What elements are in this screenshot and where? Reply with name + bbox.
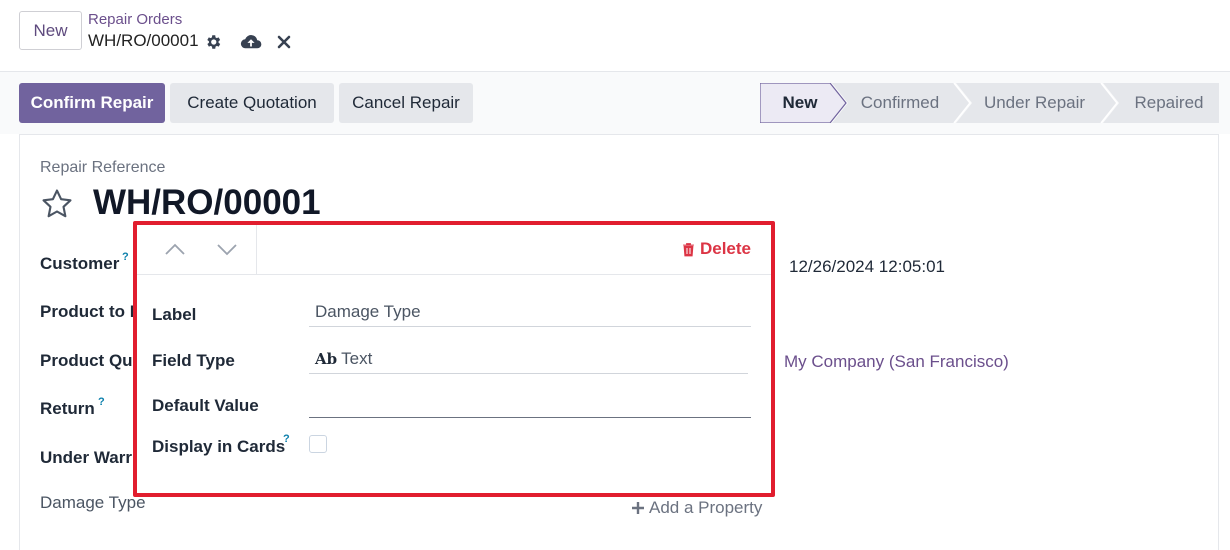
breadcrumb-bar: New Repair Orders WH/RO/00001 (0, 0, 1230, 72)
add-property-label: Add a Property (649, 498, 763, 517)
property-label-label: Label (152, 305, 197, 324)
gear-icon[interactable] (202, 31, 224, 53)
plus-icon (632, 502, 644, 514)
property-label-value: Damage Type (315, 301, 421, 321)
field-type-label: Field Type (152, 351, 235, 370)
close-icon[interactable] (273, 31, 295, 53)
scheduled-date-value[interactable]: 12/26/2024 12:05:01 (789, 257, 945, 277)
repair-reference-label: Repair Reference (40, 159, 166, 176)
trash-icon (682, 242, 694, 256)
display-in-cards-label: Display in Cards (152, 437, 286, 456)
company-link[interactable]: My Company (San Francisco) (784, 352, 1009, 372)
breadcrumb-current: WH/RO/00001 (88, 31, 199, 50)
damage-type-label: Damage Type (40, 493, 146, 512)
return-label: Return (40, 399, 95, 418)
customer-label: Customer (40, 254, 120, 273)
repair-reference-value: WH/RO/00001 (93, 183, 321, 222)
cloud-upload-icon[interactable] (240, 31, 262, 53)
field-type-value: Text (341, 348, 373, 368)
chevron-up-icon[interactable] (163, 239, 187, 259)
add-property-button[interactable]: Add a Property (631, 498, 762, 518)
stage-new[interactable]: New (760, 83, 840, 123)
reorder-arrows (137, 225, 257, 275)
default-value-input[interactable] (309, 388, 751, 418)
product-quantity-label: Product Qu (40, 351, 133, 370)
chevron-down-icon[interactable] (215, 239, 239, 259)
display-in-cards-checkbox[interactable] (309, 435, 327, 453)
popover-header: Delete (137, 225, 771, 275)
status-bar: New Confirmed Under Repair Repaired (760, 83, 1219, 123)
return-help-icon[interactable]: ? (98, 396, 105, 408)
new-button[interactable]: New (19, 11, 82, 50)
text-type-icon: Ab (315, 349, 338, 368)
confirm-repair-button[interactable]: Confirm Repair (19, 83, 165, 123)
create-quotation-button[interactable]: Create Quotation (170, 83, 334, 123)
property-editor-popover: Delete Label Damage Type Field Type Ab T… (133, 221, 775, 497)
breadcrumb-parent-link[interactable]: Repair Orders (88, 11, 182, 28)
default-value-label: Default Value (152, 396, 259, 415)
cancel-repair-button[interactable]: Cancel Repair (339, 83, 473, 123)
customer-help-icon[interactable]: ? (122, 251, 129, 263)
delete-property-button[interactable]: Delete (682, 239, 751, 259)
field-type-select[interactable]: Ab Text (309, 344, 748, 374)
product-label: Product to R (40, 302, 142, 321)
display-in-cards-help-icon[interactable]: ? (283, 433, 290, 445)
star-icon[interactable] (40, 187, 74, 221)
stage-under-repair[interactable]: Under Repair (972, 83, 1097, 123)
under-warranty-label: Under Warr (40, 448, 132, 467)
property-label-input[interactable]: Damage Type (309, 297, 751, 327)
stage-confirmed[interactable]: Confirmed (848, 83, 952, 123)
stage-repaired[interactable]: Repaired (1119, 83, 1219, 123)
delete-label: Delete (699, 239, 751, 258)
